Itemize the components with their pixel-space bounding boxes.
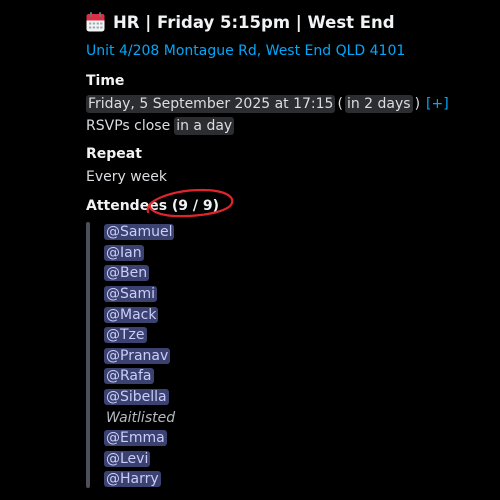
attendee-row: @Ben [104, 263, 177, 284]
paren-open: ( [337, 96, 343, 112]
add-to-calendar-link[interactable]: [+] [426, 96, 449, 112]
repeat-value: Every week [86, 169, 168, 185]
user-mention[interactable]: @Samuel [104, 224, 175, 241]
attendee-list: @Samuel @Ian @Ben @Sami @Mack @Tze @Pran… [104, 222, 177, 490]
red-circle-annotation [146, 188, 234, 218]
waitlist-row: @Harry [104, 469, 177, 490]
user-mention[interactable]: @Emma [104, 430, 167, 447]
attendee-row: @Sibella [104, 387, 177, 408]
waitlisted-heading-row: Waitlisted [104, 407, 177, 428]
waitlisted-label: Waitlisted [106, 409, 176, 426]
calendar-icon [86, 12, 105, 32]
paren-close: ) [414, 96, 421, 112]
attendee-row: @Ian [104, 243, 177, 264]
attendee-row: @Sami [104, 284, 177, 305]
event-address-link[interactable]: Unit 4/208 Montague Rd, West End QLD 410… [86, 43, 405, 59]
rsvp-line: RSVPs close in a day [86, 117, 235, 135]
rsvp-close-relative: in a day [174, 117, 235, 135]
time-label: Time [86, 73, 125, 89]
attendee-row: @Tze [104, 325, 177, 346]
user-mention[interactable]: @Sibella [104, 389, 169, 406]
time-line: Friday, 5 September 2025 at 17:15 (in 2 … [86, 95, 449, 113]
user-mention[interactable]: @Pranav [104, 347, 171, 364]
user-mention[interactable]: @Mack [104, 306, 159, 323]
event-title: HR | Friday 5:15pm | West End [113, 12, 395, 32]
event-title-row: HR | Friday 5:15pm | West End [86, 10, 395, 34]
attendee-row: @Samuel [104, 222, 177, 243]
user-mention[interactable]: @Ian [104, 244, 144, 261]
attendee-row: @Rafa [104, 366, 177, 387]
blockquote-bar [86, 222, 90, 488]
event-datetime: Friday, 5 September 2025 at 17:15 [86, 95, 336, 113]
attendee-row: @Pranav [104, 346, 177, 367]
user-mention[interactable]: @Harry [104, 471, 161, 488]
user-mention[interactable]: @Levi [104, 450, 151, 467]
user-mention[interactable]: @Rafa [104, 368, 154, 385]
waitlist-row: @Emma [104, 428, 177, 449]
user-mention[interactable]: @Tze [104, 327, 147, 344]
attendee-row: @Mack [104, 304, 177, 325]
user-mention[interactable]: @Sami [104, 286, 157, 303]
relative-time: in 2 days [344, 95, 413, 113]
waitlist-row: @Levi [104, 449, 177, 470]
repeat-label: Repeat [86, 146, 142, 162]
user-mention[interactable]: @Ben [104, 265, 150, 282]
rsvp-close-text: RSVPs close [86, 118, 171, 134]
